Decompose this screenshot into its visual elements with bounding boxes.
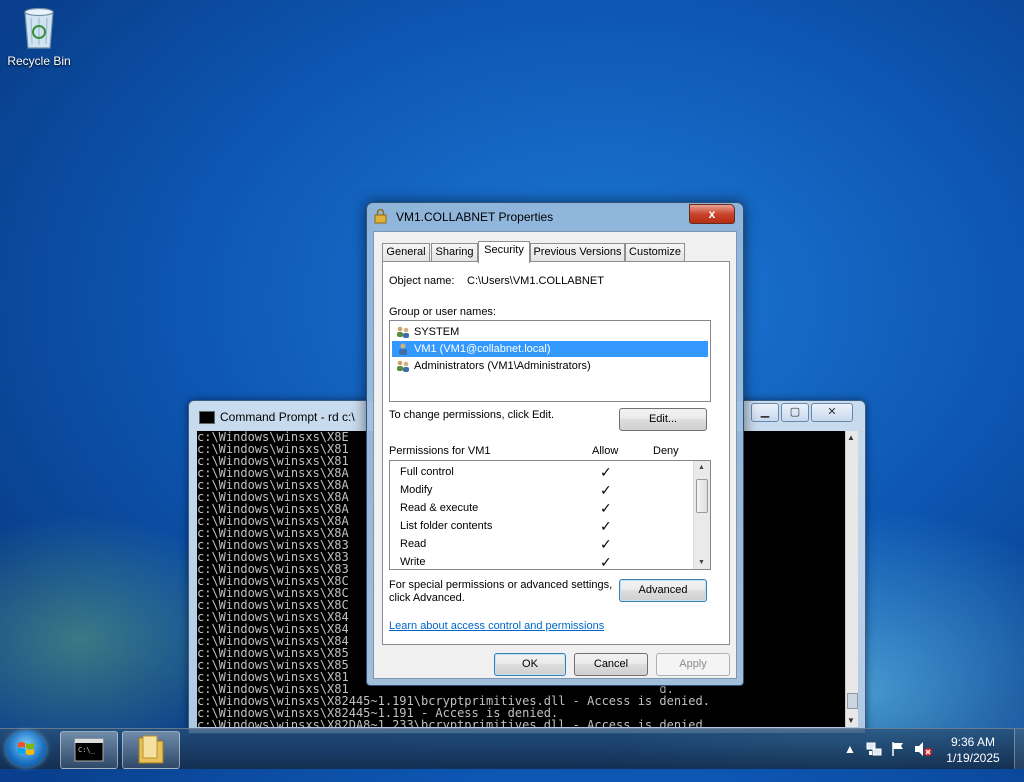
permissions-scrollbar[interactable]: ▲ ▼ [693,461,710,569]
tab-security[interactable]: Security [478,241,530,263]
special-permissions-text-1: For special permissions or advanced sett… [389,579,613,591]
scroll-down-arrow-icon[interactable]: ▼ [847,716,855,725]
dialog-title-bar[interactable]: VM1.COLLABNET Properties x [367,203,743,231]
recycle-bin-label: Recycle Bin [7,54,71,68]
learn-access-control-link[interactable]: Learn about access control and permissio… [389,620,604,632]
scroll-up-arrow-icon[interactable]: ▲ [847,433,855,442]
dialog-title: VM1.COLLABNET Properties [396,210,554,224]
cmd-title: Command Prompt - rd c:\ [220,410,355,424]
tab-general[interactable]: General [382,243,430,261]
allow-checkmark-icon: ✓ [600,518,612,534]
permission-row: Read & execute ✓ [400,499,680,517]
permission-row: Modify ✓ [400,481,680,499]
folder-icon [138,735,164,764]
dialog-close-button[interactable]: x [689,204,735,224]
clock-date: 1/19/2025 [946,751,1000,765]
recycle-bin-desktop-icon[interactable]: Recycle Bin [4,6,74,68]
maximize-button[interactable]: ▢ [781,403,809,422]
permission-row: List folder contents ✓ [400,517,680,535]
permission-row: Full control ✓ [400,463,680,481]
scroll-thumb[interactable] [696,479,708,513]
user-icon [399,343,407,355]
allow-checkmark-icon: ✓ [600,464,612,480]
object-name-value: C:\Users\VM1.COLLABNET [467,275,604,287]
permission-name: Read & execute [400,502,479,514]
group-users-icon [397,326,409,338]
apply-button[interactable]: Apply [656,653,730,676]
properties-dialog[interactable]: VM1.COLLABNET Properties x General Shari… [366,202,744,686]
dialog-body: General Sharing Security Previous Versio… [373,231,737,679]
action-center-flag-icon[interactable] [890,741,906,757]
user-list[interactable]: SYSTEM VM1 (VM1@collabnet.local) Adminis… [389,320,711,402]
user-name: SYSTEM [414,326,460,338]
permissions-for-label: Permissions for VM1 [389,445,491,457]
special-permissions-text-2: click Advanced. [389,592,465,604]
user-row-vm1[interactable]: VM1 (VM1@collabnet.local) [392,341,708,357]
allow-checkmark-icon: ✓ [600,482,612,498]
advanced-button[interactable]: Advanced [619,579,707,602]
change-permissions-text: To change permissions, click Edit. [389,409,555,421]
user-row-administrators[interactable]: Administrators (VM1\Administrators) [392,358,708,374]
allow-checkmark-icon: ✓ [600,536,612,552]
system-clock[interactable]: 9:36 AM 1/19/2025 [936,734,1010,766]
user-name: VM1 (VM1@collabnet.local) [414,343,551,355]
svg-text:C:\_: C:\_ [78,746,96,754]
recycle-bin-icon [21,6,57,50]
scroll-thumb[interactable] [847,693,858,709]
security-panel: Object name: C:\Users\VM1.COLLABNET Grou… [382,261,730,645]
taskbar-explorer[interactable] [122,731,180,769]
volume-muted-icon[interactable] [914,741,932,757]
windows-logo-icon [18,742,34,755]
permission-name: Write [400,556,426,568]
permission-name: Modify [400,484,433,496]
permissions-list[interactable]: Full control ✓ Modify ✓ Read & execute ✓… [389,460,711,570]
taskbar: C:\_ ▲ 9:36 AM 1/19/2025 [0,728,1024,769]
show-desktop-button[interactable] [1014,729,1024,769]
tab-sharing[interactable]: Sharing [431,243,478,261]
show-hidden-icons-arrow[interactable]: ▲ [844,742,856,782]
allow-checkmark-icon: ✓ [600,554,612,570]
permission-name: Read [400,538,427,550]
group-users-icon [397,360,409,372]
permission-name: Full control [400,466,454,478]
clock-time: 9:36 AM [950,735,996,749]
cmd-close-button[interactable]: ✕ [811,403,853,422]
deny-header: Deny [653,445,679,457]
tab-previous-versions[interactable]: Previous Versions [530,243,625,261]
permission-row: Read ✓ [400,535,680,553]
cancel-button[interactable]: Cancel [574,653,648,676]
taskbar-command-prompt[interactable]: C:\_ [60,731,118,769]
permission-name: List folder contents [400,520,493,532]
edit-button[interactable]: Edit... [619,408,707,431]
user-row-system[interactable]: SYSTEM [392,324,708,340]
scroll-down-arrow-icon[interactable]: ▼ [698,559,705,566]
scroll-up-arrow-icon[interactable]: ▲ [698,464,705,471]
object-name-label: Object name: [389,275,455,287]
cmd-icon [199,411,215,424]
allow-checkmark-icon: ✓ [600,500,612,516]
ok-button[interactable]: OK [494,653,566,676]
console-line: c:\Windows\winsxs\X82DA8~1.233\bcryptpri… [197,718,710,727]
user-name: Administrators (VM1\Administrators) [414,360,591,372]
minimize-button[interactable]: ▁ [751,403,779,422]
group-names-label: Group or user names: [389,306,496,318]
cmd-taskbar-icon: C:\_ [74,738,104,762]
network-icon[interactable] [866,741,882,757]
allow-header: Allow [592,445,619,457]
cmd-vertical-scrollbar[interactable]: ▲ ▼ [845,431,858,727]
tab-customize[interactable]: Customize [625,243,685,261]
start-button[interactable] [6,731,46,767]
permission-row: Write ✓ [400,553,680,570]
folder-lock-icon [374,209,387,224]
